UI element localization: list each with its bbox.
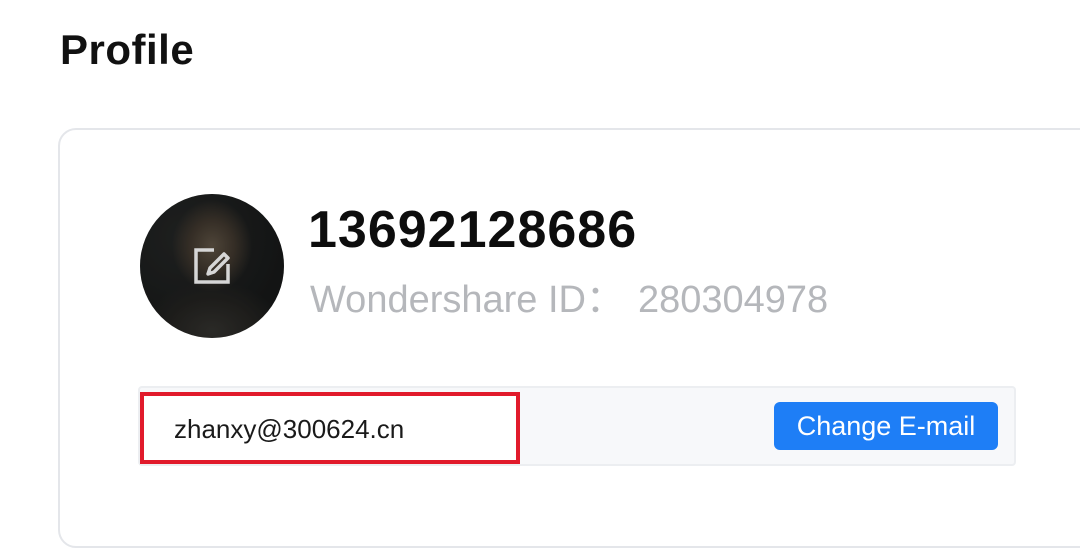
avatar[interactable] — [140, 194, 284, 338]
profile-card — [58, 128, 1080, 548]
edit-icon[interactable] — [190, 244, 234, 288]
email-value: zhanxy@300624.cn — [174, 414, 405, 444]
wondershare-id: Wondershare ID： 280304978 — [310, 268, 828, 323]
email-field[interactable]: zhanxy@300624.cn — [140, 392, 520, 464]
wondershare-id-value: 280304978 — [637, 279, 829, 321]
email-row: zhanxy@300624.cn Change E-mail — [138, 386, 1016, 466]
wondershare-id-label: Wondershare ID： — [310, 279, 624, 321]
change-email-button[interactable]: Change E-mail — [774, 402, 998, 450]
page-title: Profile — [60, 26, 195, 73]
username: 13692128686 — [308, 201, 638, 259]
